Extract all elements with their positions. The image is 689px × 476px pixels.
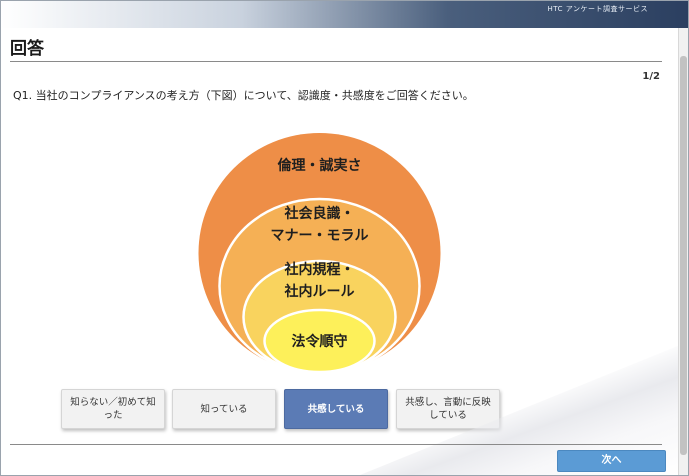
- footer-divider: [10, 444, 662, 445]
- option-aware-label: 知っている: [200, 403, 248, 415]
- option-aware-button[interactable]: 知っている: [172, 389, 276, 429]
- ring-label-law-line1: 法令順守: [291, 334, 348, 350]
- ring-label-rules-line2: 社内ルール: [284, 284, 355, 300]
- answer-options: 知らない／初めて知 った 知っている 共感している 共感し、言動に反映 している: [61, 389, 500, 429]
- compliance-diagram: 倫理・誠実さ 社会良識・ マナー・モラル 社内規程・ 社内ルール 法令順守: [198, 133, 441, 379]
- option-unaware-label-line2: った: [103, 410, 123, 421]
- page-title: 回答: [10, 39, 44, 59]
- vertical-scrollbar[interactable]: [678, 28, 688, 475]
- scrollbar-thumb[interactable]: [680, 56, 687, 455]
- ring-label-ethics: 倫理・誠実さ: [198, 155, 441, 177]
- option-practice-label-line2: している: [429, 410, 467, 421]
- top-banner: HTC アンケート調査サービス: [1, 1, 688, 28]
- ring-label-law: 法令順守: [198, 331, 441, 353]
- app-window: HTC アンケート調査サービス 回答 1/2 Q1. 当社のコンプライアンスの考…: [0, 0, 689, 476]
- next-button[interactable]: 次へ: [557, 450, 666, 472]
- ring-label-manners: 社会良識・ マナー・モラル: [198, 203, 441, 247]
- ring-label-manners-line1: 社会良識・: [284, 206, 355, 222]
- ring-label-rules-line1: 社内規程・: [284, 262, 355, 278]
- option-unaware-label-line1: 知らない／初めて知: [70, 397, 156, 408]
- ring-label-ethics-line1: 倫理・誠実さ: [277, 158, 362, 174]
- page-indicator: 1/2: [642, 71, 660, 82]
- option-sympathize-label: 共感している: [307, 403, 365, 415]
- title-divider: [10, 61, 662, 62]
- option-sympathize-button[interactable]: 共感している: [284, 389, 388, 429]
- service-name: HTC アンケート調査サービス: [547, 5, 648, 13]
- question-text: Q1. 当社のコンプライアンスの考え方（下図）について、認識度・共感度をご回答く…: [13, 89, 474, 102]
- ring-label-rules: 社内規程・ 社内ルール: [198, 259, 441, 303]
- ring-label-manners-line2: マナー・モラル: [270, 228, 369, 244]
- option-practice-button[interactable]: 共感し、言動に反映 している: [396, 389, 500, 429]
- option-practice-label-line1: 共感し、言動に反映: [405, 397, 491, 408]
- option-unaware-button[interactable]: 知らない／初めて知 った: [61, 389, 165, 429]
